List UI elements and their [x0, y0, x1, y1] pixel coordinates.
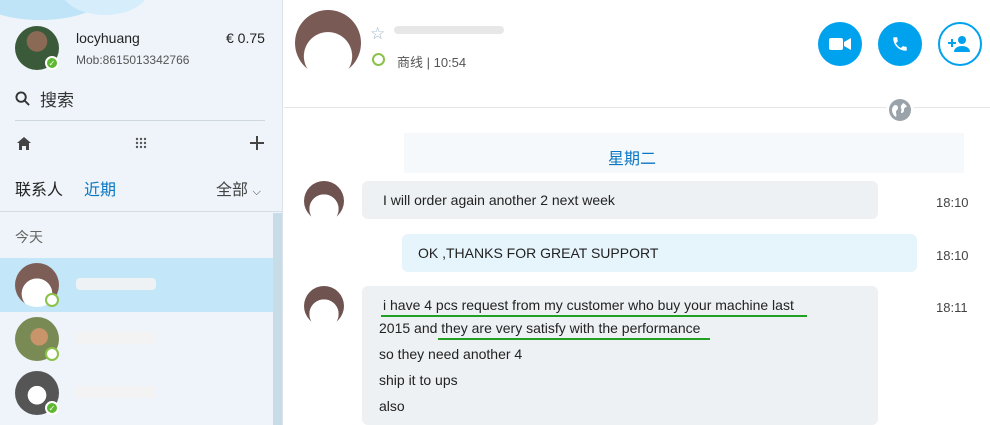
contact-item[interactable]: [0, 312, 273, 366]
divider: [15, 120, 265, 121]
peer-avatar[interactable]: [295, 10, 361, 76]
sender-avatar[interactable]: [304, 181, 344, 221]
presence-status-icon: [372, 53, 385, 66]
profile-mob: Mob:8615013342766: [76, 53, 190, 67]
message-bubble[interactable]: i have 4 pcs request from my customer wh…: [362, 286, 878, 425]
globe-icon: [889, 99, 911, 121]
chevron-down-icon: ⌵: [252, 186, 261, 198]
message-line: i have 4 pcs request from my customer wh…: [383, 297, 794, 313]
contact-name-redacted: [76, 332, 156, 344]
filter-dropdown[interactable]: 全部 ⌵: [216, 176, 261, 200]
message-text: OK ,THANKS FOR GREAT SUPPORT: [418, 245, 659, 261]
online-status-icon: ✓: [45, 56, 59, 70]
message-line: ship it to ups: [379, 372, 458, 388]
search-box[interactable]: 搜索: [15, 86, 74, 111]
conversation-header: ☆ 商线 | 10:54: [284, 0, 990, 108]
presence-text: 商线 | 10:54: [397, 55, 467, 70]
status-icon: [45, 293, 59, 307]
sender-avatar[interactable]: [304, 286, 344, 326]
status-icon: [45, 347, 59, 361]
message-text: I will order again another 2 next week: [383, 192, 615, 208]
message-time: 18:10: [936, 248, 969, 263]
contact-name-redacted: [76, 278, 156, 290]
highlight-underline: [438, 338, 710, 340]
home-icon[interactable]: [16, 136, 32, 151]
online-status-icon: ✓: [45, 401, 59, 415]
sidebar: ✓ locyhuang Mob:8615013342766 € 0.75 搜索 …: [0, 0, 283, 425]
filter-label: 全部: [216, 182, 249, 199]
search-icon: [15, 91, 30, 106]
peer-name-redacted: [394, 26, 504, 34]
message-line: 2015 and they are very satisfy with the …: [379, 320, 701, 336]
message-line: so they need another 4: [379, 346, 523, 362]
search-label: 搜索: [40, 91, 74, 110]
conversation-pane: ☆ 商线 | 10:54 星期二 I will order again anot…: [284, 0, 990, 425]
scrollbar[interactable]: [273, 213, 282, 425]
message-time: 18:10: [936, 195, 969, 210]
contact-item[interactable]: [0, 258, 273, 312]
message-bubble[interactable]: OK ,THANKS FOR GREAT SUPPORT: [402, 234, 917, 272]
day-label: 星期二: [608, 151, 657, 168]
highlight-underline: [381, 315, 807, 317]
add-person-icon: [948, 36, 970, 52]
tab-recent[interactable]: 近期: [84, 176, 116, 200]
contact-item[interactable]: ✓: [0, 366, 273, 420]
video-camera-icon: [829, 38, 851, 50]
credit-balance[interactable]: € 0.75: [226, 30, 265, 46]
tab-contacts[interactable]: 联系人: [15, 176, 63, 200]
day-separator: [404, 133, 964, 173]
divider: [0, 211, 282, 212]
star-icon[interactable]: ☆: [370, 24, 385, 44]
translator-button[interactable]: [886, 96, 914, 124]
message-bubble[interactable]: I will order again another 2 next week: [362, 181, 878, 219]
video-call-button[interactable]: [818, 22, 862, 66]
add-icon[interactable]: [250, 136, 264, 150]
message-time: 18:11: [936, 300, 968, 315]
contact-name-redacted: [76, 386, 156, 398]
phone-icon: [893, 37, 907, 51]
add-participant-button[interactable]: [938, 22, 982, 66]
message-line: also: [379, 398, 405, 414]
audio-call-button[interactable]: [878, 22, 922, 66]
section-today: 今天: [15, 229, 43, 245]
profile-name[interactable]: locyhuang: [76, 30, 140, 46]
dialpad-icon[interactable]: [135, 137, 147, 149]
